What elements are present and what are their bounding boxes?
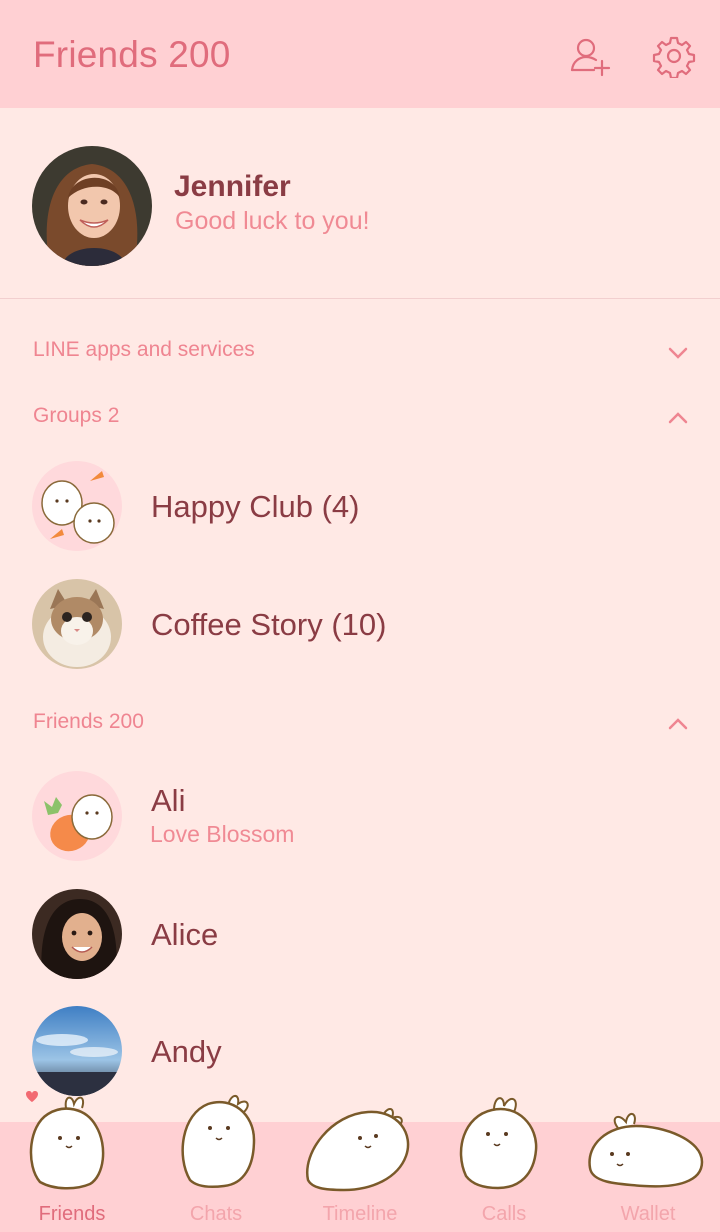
bunny-carrot-avatar [32, 461, 122, 551]
chevron-down-icon[interactable] [666, 345, 690, 361]
person-avatar [32, 889, 122, 979]
app-header: Friends 200 [0, 0, 720, 108]
bunny-mascot-wallet-icon [588, 1113, 704, 1188]
bunny-mascot-friends-icon [26, 1091, 105, 1190]
settings-gear-icon[interactable] [652, 34, 696, 78]
tab-label: Timeline [322, 1203, 398, 1225]
chevron-up-icon[interactable] [666, 410, 690, 426]
section-groups[interactable]: Groups 2 [33, 404, 119, 428]
bunny-mascot-calls-icon [459, 1097, 538, 1190]
group-row[interactable]: Coffee Story (10) [0, 569, 720, 679]
sky-avatar [32, 1006, 122, 1096]
friend-row[interactable]: Ali Love Blossom [0, 761, 720, 871]
section-friends[interactable]: Friends 200 [33, 710, 144, 734]
bunny-mascot-chats-icon [181, 1095, 256, 1188]
friend-name: Ali [151, 783, 186, 818]
friend-status-message: Love Blossom [150, 821, 295, 847]
tab-label: Wallet [620, 1203, 676, 1225]
add-friend-icon[interactable] [568, 34, 612, 78]
tab-label: Chats [189, 1203, 243, 1225]
bunny-carrot-avatar [32, 771, 122, 861]
friend-name: Alice [151, 917, 219, 952]
profile-name: Jennifer [174, 170, 291, 203]
profile-avatar[interactable] [32, 146, 152, 266]
tab-label: Calls [481, 1203, 527, 1225]
chevron-up-icon[interactable] [666, 716, 690, 732]
friend-row[interactable]: Alice [0, 879, 720, 989]
friend-name: Andy [151, 1034, 222, 1069]
page-title: Friends 200 [33, 34, 231, 75]
group-name: Happy Club (4) [151, 489, 360, 524]
cat-avatar [32, 579, 122, 669]
section-line-services[interactable]: LINE apps and services [33, 338, 255, 362]
group-row[interactable]: Happy Club (4) [0, 451, 720, 561]
bunny-mascot-timeline-icon [305, 1108, 410, 1192]
profile-status-message: Good luck to you! [175, 207, 370, 235]
tab-label: Friends [38, 1203, 106, 1225]
my-profile[interactable]: Jennifer Good luck to you! [0, 108, 720, 299]
group-name: Coffee Story (10) [151, 607, 387, 642]
